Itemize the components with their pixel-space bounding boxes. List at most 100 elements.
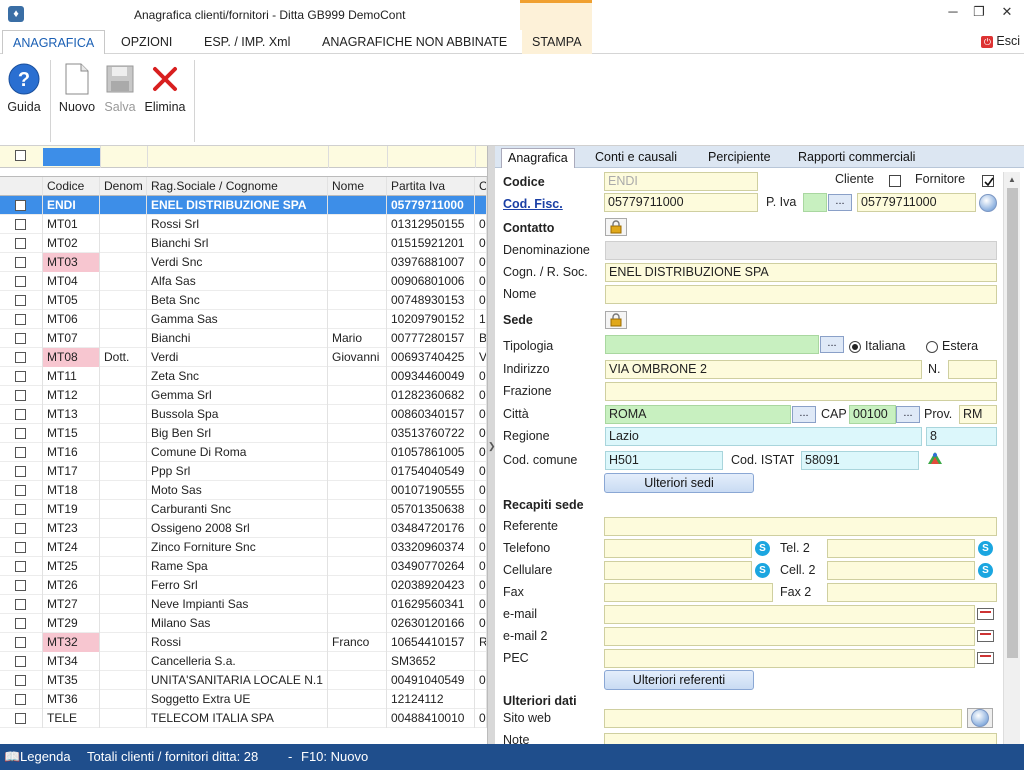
pec-field[interactable] (604, 649, 975, 668)
tab-anagrafica[interactable]: Anagrafica (501, 148, 575, 168)
menu-stampa[interactable]: STAMPA (522, 30, 592, 54)
row-checkbox[interactable] (15, 371, 26, 382)
row-checkbox[interactable] (15, 352, 26, 363)
table-row[interactable]: MT34 Cancelleria S.a. SM3652 (0, 652, 487, 671)
table-row[interactable]: MT27 Neve Impianti Sas 01629560341 0 (0, 595, 487, 614)
table-row[interactable]: MT08 Dott. Verdi Giovanni 00693740425 V (0, 348, 487, 367)
cap-lookup-button[interactable]: ... (896, 406, 920, 423)
menu-opzioni[interactable]: OPZIONI (111, 30, 182, 54)
exit-button[interactable]: ⏻ Esci (981, 34, 1020, 48)
row-checkbox[interactable] (15, 713, 26, 724)
legend-icon[interactable]: 📖 (4, 744, 20, 770)
codfisc-field[interactable]: 05779711000 (604, 193, 758, 212)
header-partita-iva[interactable]: Partita Iva (387, 177, 475, 196)
indirizzo-field[interactable]: VIA OMBRONE 2 (605, 360, 922, 379)
email2-send-icon[interactable] (977, 630, 994, 642)
table-row[interactable]: MT07 Bianchi Mario 00777280157 B (0, 329, 487, 348)
tab-percipiente[interactable]: Percipiente (702, 148, 777, 168)
cell2-field[interactable] (827, 561, 975, 580)
note-field[interactable] (604, 733, 997, 744)
restore-icon[interactable]: ❐ (968, 4, 990, 20)
table-row[interactable]: TELE TELECOM ITALIA SPA 00488410010 0 (0, 709, 487, 728)
ulteriori-sedi-button[interactable]: Ulteriori sedi (604, 473, 754, 493)
select-all-checkbox[interactable] (15, 150, 26, 161)
contatto-lock-icon[interactable] (605, 218, 627, 236)
row-checkbox[interactable] (15, 409, 26, 420)
table-row[interactable]: MT35 UNITA'SANITARIA LOCALE N.1 0049104054… (0, 671, 487, 690)
row-checkbox[interactable] (15, 580, 26, 591)
row-checkbox[interactable] (15, 656, 26, 667)
denominazione-field[interactable] (605, 241, 997, 260)
row-checkbox[interactable] (15, 447, 26, 458)
legenda-link[interactable]: Legenda (20, 744, 71, 770)
table-row[interactable]: ENDI ENEL DISTRIBUZIONE SPA 05779711000 (0, 196, 487, 215)
row-checkbox[interactable] (15, 295, 26, 306)
row-checkbox[interactable] (15, 390, 26, 401)
table-row[interactable]: MT11 Zeta Snc 00934460049 0 (0, 367, 487, 386)
referente-field[interactable] (604, 517, 997, 536)
table-row[interactable]: MT02 Bianchi Srl 01515921201 0 (0, 234, 487, 253)
ulteriori-referenti-button[interactable]: Ulteriori referenti (604, 670, 754, 690)
codice-field[interactable]: ENDI (604, 172, 758, 191)
table-row[interactable]: MT24 Zinco Forniture Snc 03320960374 0 (0, 538, 487, 557)
row-checkbox[interactable] (15, 276, 26, 287)
menu-anagrafiche-non-abbinate[interactable]: ANAGRAFICHE NON ABBINATE (312, 30, 517, 54)
header-denom[interactable]: Denom (100, 177, 147, 196)
minimize-icon[interactable]: ─ (942, 4, 964, 19)
scroll-up-icon[interactable]: ▲ (1008, 175, 1016, 184)
pane-splitter[interactable]: ❯ (487, 146, 496, 744)
table-row[interactable]: MT05 Beta Snc 00748930153 0 (0, 291, 487, 310)
italiana-radio[interactable] (849, 341, 861, 353)
map-icon[interactable] (927, 450, 943, 469)
codfisc-link[interactable]: Cod. Fisc. (503, 197, 563, 211)
table-row[interactable]: MT18 Moto Sas 00107190555 0 (0, 481, 487, 500)
frazione-field[interactable] (605, 382, 997, 401)
row-checkbox[interactable] (15, 618, 26, 629)
table-row[interactable]: MT06 Gamma Sas 10209790152 1 (0, 310, 487, 329)
table-row[interactable]: MT03 Verdi Snc 03976881007 0 (0, 253, 487, 272)
table-row[interactable]: MT01 Rossi Srl 01312950155 0 (0, 215, 487, 234)
row-checkbox[interactable] (15, 694, 26, 705)
row-checkbox[interactable] (15, 200, 26, 211)
cognome-field[interactable]: ENEL DISTRIBUZIONE SPA (605, 263, 997, 282)
row-checkbox[interactable] (15, 238, 26, 249)
email-field[interactable] (604, 605, 975, 624)
header-ragsociale[interactable]: Rag.Sociale / Cognome (147, 177, 328, 196)
fax-field[interactable] (604, 583, 773, 602)
menu-esp-imp-xml[interactable]: ESP. / IMP. Xml (194, 30, 300, 54)
row-checkbox[interactable] (15, 561, 26, 572)
close-icon[interactable]: ✕ (996, 4, 1018, 20)
guida-button[interactable]: ? Guida (4, 62, 44, 114)
row-checkbox[interactable] (15, 333, 26, 344)
sitoweb-field[interactable] (604, 709, 962, 728)
table-row[interactable]: MT16 Comune Di Roma 01057861005 0 (0, 443, 487, 462)
table-row[interactable]: MT04 Alfa Sas 00906801006 0 (0, 272, 487, 291)
detail-scrollbar[interactable]: ▲ (1003, 172, 1020, 744)
cellulare-field[interactable] (604, 561, 752, 580)
cell2-skype-icon[interactable]: S (978, 563, 993, 578)
sitoweb-open-button[interactable] (967, 708, 993, 728)
fornitore-checkbox[interactable] (982, 175, 994, 187)
row-checkbox[interactable] (15, 599, 26, 610)
email-send-icon[interactable] (977, 608, 994, 620)
elimina-button[interactable]: Elimina (142, 62, 188, 114)
tipologia-lookup-button[interactable]: ... (820, 336, 844, 353)
email2-field[interactable] (604, 627, 975, 646)
table-row[interactable]: MT12 Gemma Srl 01282360682 0 (0, 386, 487, 405)
tel2-field[interactable] (827, 539, 975, 558)
row-checkbox[interactable] (15, 219, 26, 230)
cliente-checkbox[interactable] (889, 175, 901, 187)
table-row[interactable]: MT26 Ferro Srl 02038920423 0 (0, 576, 487, 595)
tab-conti-causali[interactable]: Conti e causali (589, 148, 683, 168)
civico-field[interactable] (948, 360, 997, 379)
sede-lock-icon[interactable] (605, 311, 627, 329)
table-row[interactable]: MT13 Bussola Spa 00860340157 0 (0, 405, 487, 424)
piva-field[interactable]: 05779711000 (857, 193, 976, 212)
table-row[interactable]: MT32 Rossi Franco 10654410157 R (0, 633, 487, 652)
piva-lookup-button[interactable]: ... (828, 194, 852, 211)
row-checkbox[interactable] (15, 542, 26, 553)
piva-country-field[interactable] (803, 193, 827, 212)
cap-field[interactable]: 00100 (849, 405, 896, 424)
filter-codice-input[interactable] (43, 148, 100, 166)
table-row[interactable]: MT23 Ossigeno 2008 Srl 03484720176 0 (0, 519, 487, 538)
